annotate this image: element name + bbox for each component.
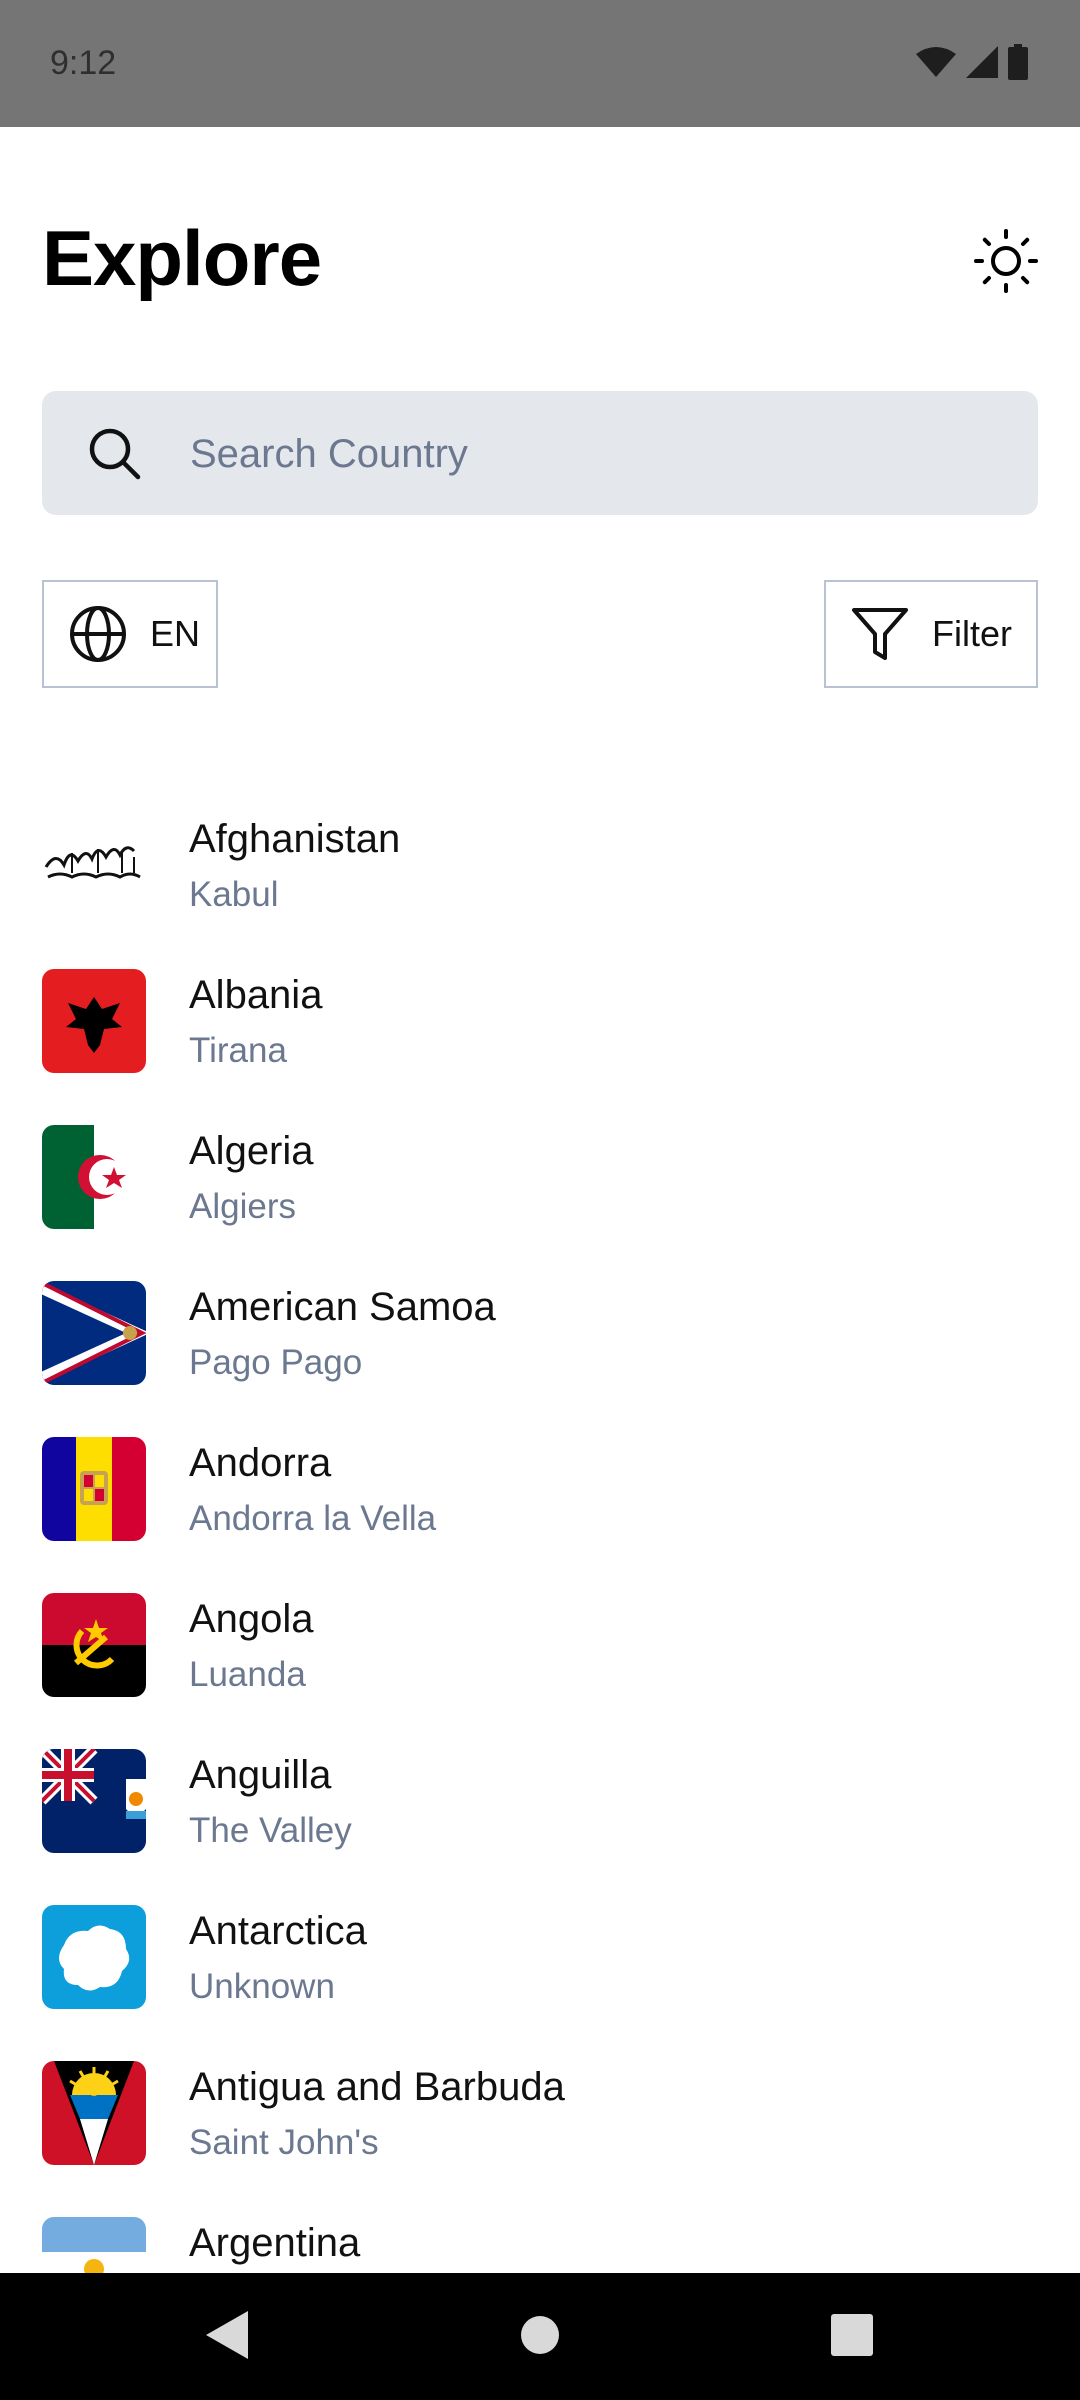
home-button[interactable] [510,2307,570,2367]
list-item[interactable]: Argentina [0,2217,1080,2273]
list-item[interactable]: Andorra Andorra la Vella [0,1437,1080,1593]
country-name: American Samoa [189,1285,496,1329]
country-name: Algeria [189,1129,314,1173]
country-capital: Kabul [189,875,279,914]
country-name: Antarctica [189,1909,367,1953]
page-title: Explore [42,214,322,302]
list-item[interactable]: Antigua and Barbuda Saint John's [0,2061,1080,2217]
back-triangle-icon [204,2310,248,2364]
flag-algeria [42,1125,146,1229]
back-button[interactable] [196,2307,256,2367]
list-item[interactable]: Antarctica Unknown [0,1905,1080,2061]
country-name: Antigua and Barbuda [189,2065,565,2109]
list-item[interactable]: Algeria Algiers [0,1125,1080,1281]
flag-antigua-and-barbuda [42,2061,146,2165]
language-label: EN [150,613,201,654]
country-capital: Tirana [189,1031,287,1070]
country-name: Afghanistan [189,817,401,861]
search-bar[interactable] [42,391,1038,515]
sun-icon [973,228,1039,299]
wifi-icon [916,46,956,83]
list-item[interactable]: Afghanistan Kabul [0,813,1080,969]
country-name: Argentina [189,2221,361,2265]
country-capital: Unknown [189,1967,335,2006]
filter-icon [850,604,910,664]
flag-afghanistan [42,813,146,917]
globe-icon [68,604,128,664]
flag-antarctica [42,1905,146,2009]
flag-argentina [42,2217,146,2273]
app-content: Explore Search Country EN Filter Afghani… [0,127,1080,2273]
status-icons [916,43,1028,85]
list-item[interactable]: American Samoa Pago Pago [0,1281,1080,1437]
flag-anguilla [42,1749,146,1853]
cellular-signal-icon [966,45,998,83]
search-icon [86,425,142,481]
flag-angola [42,1593,146,1697]
recents-button[interactable] [822,2307,882,2367]
search-input[interactable] [188,415,1012,493]
country-name: Albania [189,973,323,1017]
theme-toggle-button[interactable] [970,227,1042,299]
flag-andorra [42,1437,146,1541]
battery-icon [1008,43,1028,85]
recents-square-icon [831,2313,873,2361]
list-item[interactable]: Anguilla The Valley [0,1749,1080,1905]
country-name: Angola [189,1597,314,1641]
language-button[interactable]: EN [42,580,218,688]
filter-label: Filter [932,613,1012,654]
country-capital: Algiers [189,1187,296,1226]
country-capital: Andorra la Vella [189,1499,437,1538]
status-bar: 9:12 [0,0,1080,127]
filter-button[interactable]: Filter [824,580,1038,688]
country-capital: The Valley [189,1811,352,1850]
list-item[interactable]: Albania Tirana [0,969,1080,1125]
home-circle-icon [520,2315,560,2360]
country-name: Andorra [189,1441,332,1485]
list-item[interactable]: Angola Luanda [0,1593,1080,1749]
country-capital: Saint John's [189,2123,379,2162]
country-capital: Luanda [189,1655,306,1694]
flag-american-samoa [42,1281,146,1385]
system-navigation-bar [0,2273,1080,2400]
status-time: 9:12 [50,44,117,82]
flag-albania [42,969,146,1073]
country-capital: Pago Pago [189,1343,363,1382]
country-list: Afghanistan Kabul Albania Tirana Algeria… [0,813,1080,2273]
country-name: Anguilla [189,1753,332,1797]
